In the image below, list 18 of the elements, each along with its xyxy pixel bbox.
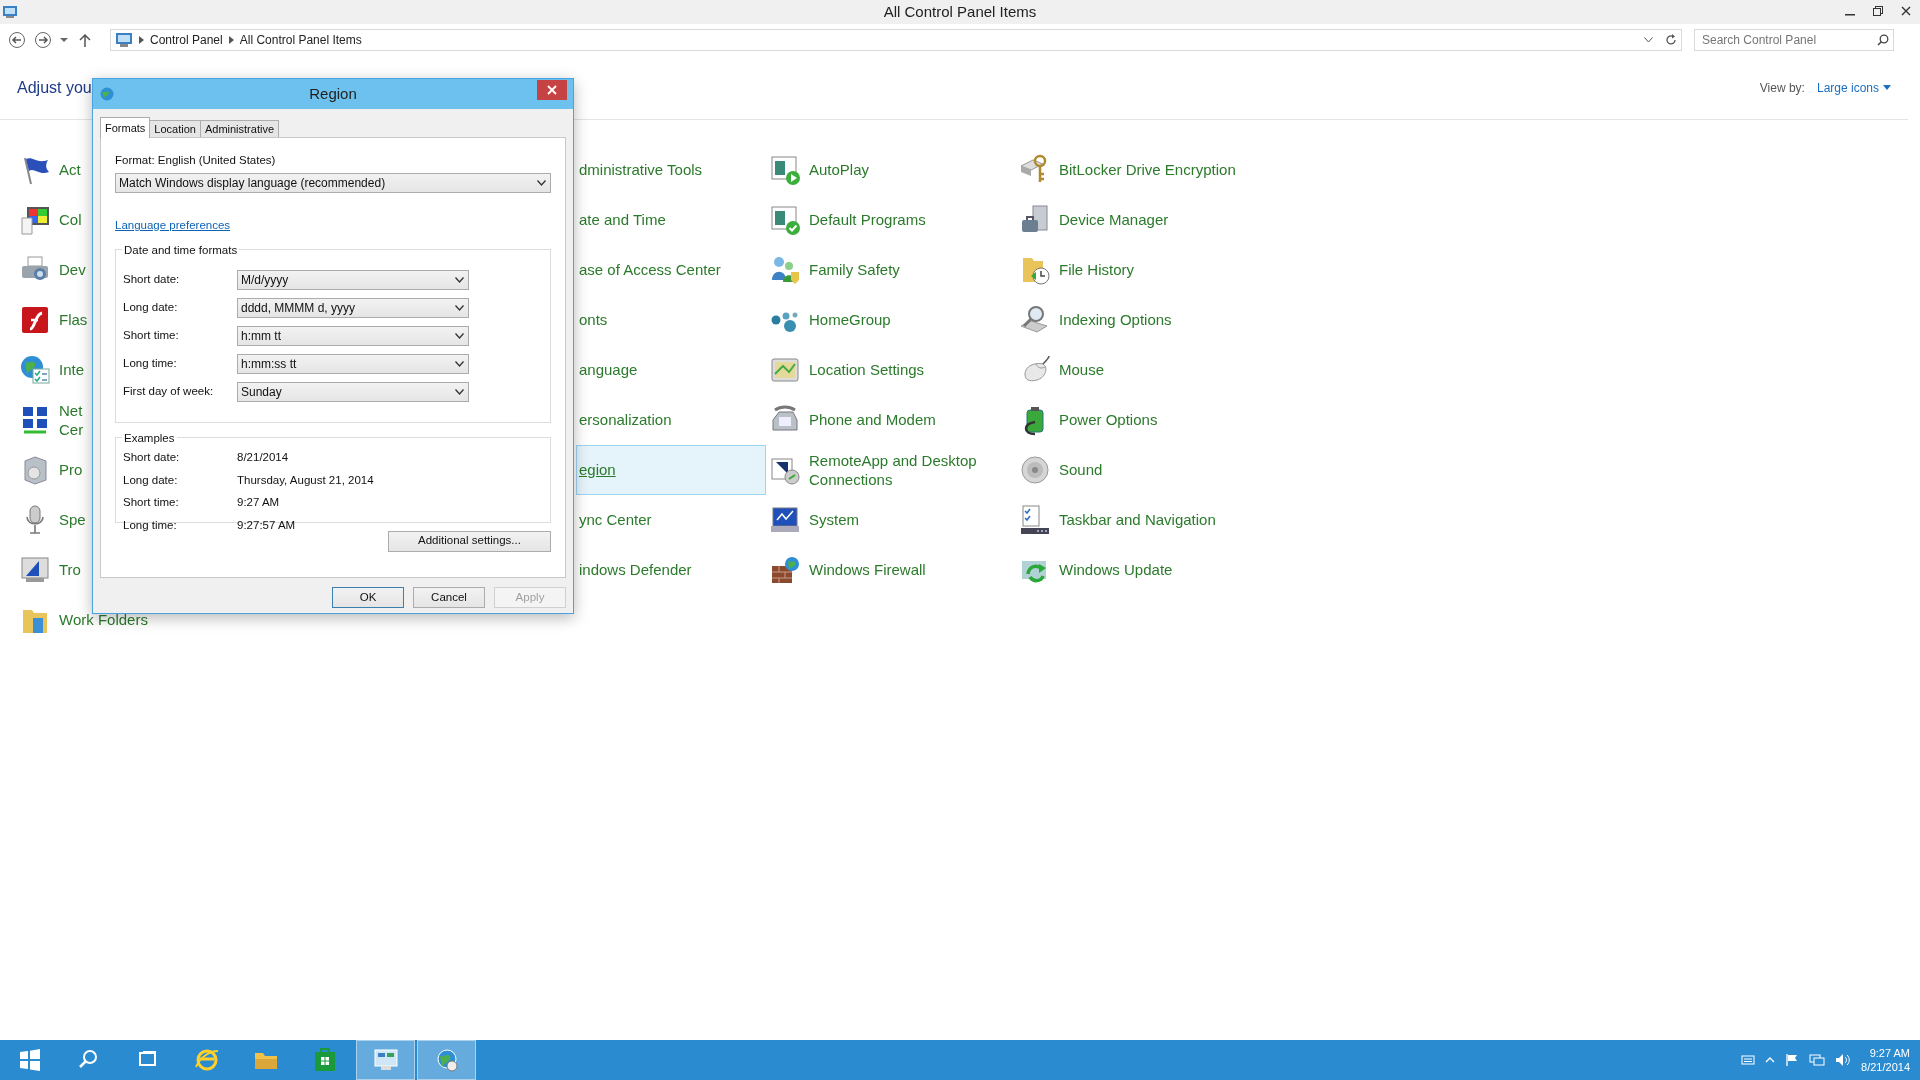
field-label: Short date:	[123, 271, 181, 287]
window-title: All Control Panel Items	[883, 1, 1037, 22]
field-label: Short time:	[123, 327, 180, 343]
field-label: Long time:	[123, 355, 178, 371]
example-label: Long time:	[123, 517, 178, 533]
example-label: Long date:	[123, 472, 179, 488]
example-value: Thursday, August 21, 2014	[237, 472, 374, 488]
field-label: Long date:	[123, 299, 179, 315]
example-value: 9:27:57 AM	[237, 517, 296, 533]
dialog-title: Region	[309, 83, 357, 104]
example-value: 8/21/2014	[237, 450, 289, 466]
page-heading: Adjust you	[17, 77, 92, 98]
view-by-label: View by:	[1759, 79, 1805, 97]
example-label: Short time:	[123, 495, 180, 511]
example-value: 9:27 AM	[237, 495, 280, 511]
field-label: First day of week:	[123, 383, 215, 399]
example-label: Short date:	[123, 450, 181, 466]
format-label: Format: English (United States)	[115, 153, 277, 168]
